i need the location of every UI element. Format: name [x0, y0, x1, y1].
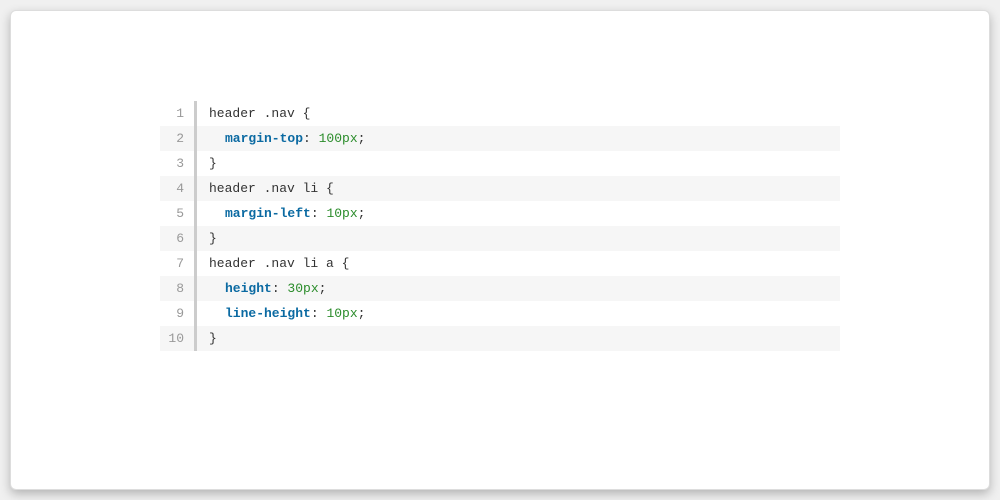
line-number: 5	[160, 206, 194, 221]
code-content: height: 30px;	[209, 281, 326, 296]
code-token: header .nav {	[209, 106, 310, 121]
line-number: 10	[160, 331, 194, 346]
code-content: margin-left: 10px;	[209, 206, 365, 221]
code-content: }	[209, 156, 217, 171]
line-number: 3	[160, 156, 194, 171]
gutter-rule	[194, 201, 197, 226]
code-line: 7 header .nav li a {	[160, 251, 840, 276]
code-token: }	[209, 231, 217, 246]
line-number: 4	[160, 181, 194, 196]
code-line: 9 line-height: 10px;	[160, 301, 840, 326]
code-content: header .nav li a {	[209, 256, 349, 271]
code-line: 10}	[160, 326, 840, 351]
code-token: :	[272, 281, 288, 296]
gutter-rule	[194, 251, 197, 276]
code-token: 30px	[287, 281, 318, 296]
code-token: header .nav li a {	[209, 256, 349, 271]
line-number: 7	[160, 256, 194, 271]
code-token: :	[303, 131, 319, 146]
line-number: 9	[160, 306, 194, 321]
code-token: ;	[358, 131, 366, 146]
code-token: margin-left	[225, 206, 311, 221]
gutter-rule	[194, 101, 197, 126]
gutter-rule	[194, 301, 197, 326]
code-content: header .nav {	[209, 106, 310, 121]
gutter-rule	[194, 151, 197, 176]
code-line: 3}	[160, 151, 840, 176]
code-token: 10px	[326, 306, 357, 321]
code-content: }	[209, 331, 217, 346]
code-line: 2 margin-top: 100px;	[160, 126, 840, 151]
code-token: height	[225, 281, 272, 296]
gutter-rule	[194, 126, 197, 151]
line-number: 8	[160, 281, 194, 296]
code-token	[209, 131, 225, 146]
code-content: margin-top: 100px;	[209, 131, 365, 146]
line-number: 1	[160, 106, 194, 121]
code-token	[209, 281, 225, 296]
code-token	[209, 306, 225, 321]
code-token: margin-top	[225, 131, 303, 146]
code-token: 100px	[319, 131, 358, 146]
code-token: }	[209, 156, 217, 171]
code-block: 1header .nav {2 margin-top: 100px;3}4hea…	[160, 101, 840, 351]
code-line: 8 height: 30px;	[160, 276, 840, 301]
code-token: ;	[319, 281, 327, 296]
line-number: 6	[160, 231, 194, 246]
gutter-rule	[194, 176, 197, 201]
code-line: 4 header .nav li {	[160, 176, 840, 201]
code-content: line-height: 10px;	[209, 306, 365, 321]
code-content: header .nav li {	[209, 181, 334, 196]
code-token: header .nav li {	[209, 181, 334, 196]
code-line: 6}	[160, 226, 840, 251]
gutter-rule	[194, 226, 197, 251]
code-token	[209, 206, 225, 221]
line-number: 2	[160, 131, 194, 146]
code-line: 5 margin-left: 10px;	[160, 201, 840, 226]
code-card: 1header .nav {2 margin-top: 100px;3}4hea…	[10, 10, 990, 490]
code-token: line-height	[225, 306, 311, 321]
code-token: ;	[358, 306, 366, 321]
code-token: :	[311, 206, 327, 221]
code-token: }	[209, 331, 217, 346]
code-content: }	[209, 231, 217, 246]
code-line: 1 header .nav {	[160, 101, 840, 126]
gutter-rule	[194, 326, 197, 351]
code-token: :	[311, 306, 327, 321]
code-token: ;	[358, 206, 366, 221]
gutter-rule	[194, 276, 197, 301]
code-token: 10px	[326, 206, 357, 221]
